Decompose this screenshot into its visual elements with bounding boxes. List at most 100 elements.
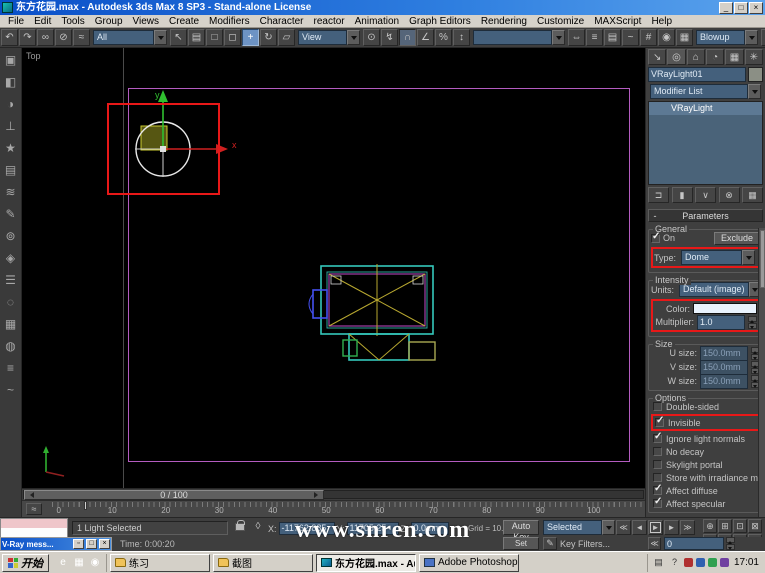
restore-button[interactable]: □: [734, 2, 748, 14]
mini-curve-editor-button[interactable]: ≈: [26, 503, 42, 515]
stack-item-vraylight[interactable]: VRayLight: [649, 102, 762, 115]
use-pivot-center-icon[interactable]: ⊙: [363, 29, 380, 46]
auto-key-button[interactable]: Auto Key: [503, 520, 539, 535]
chevron-down-icon[interactable]: [748, 84, 761, 99]
select-object-icon[interactable]: ↖: [170, 29, 187, 46]
browser-icon[interactable]: e: [56, 556, 70, 570]
maxscript-mini-listener[interactable]: [0, 518, 68, 538]
link-icon[interactable]: ∞: [37, 29, 54, 46]
object-color-swatch[interactable]: [748, 67, 763, 82]
mirror-icon[interactable]: ⇔: [568, 29, 585, 46]
zoom-icon[interactable]: ⊕: [703, 519, 717, 533]
menu-item[interactable]: Animation: [350, 15, 404, 28]
option-checkbox[interactable]: ✓: [653, 486, 662, 495]
chevron-down-icon[interactable]: [742, 250, 755, 265]
undo-icon[interactable]: ↶: [1, 29, 18, 46]
disc-icon[interactable]: ◍: [2, 338, 20, 354]
printer-icon[interactable]: ▤: [652, 556, 665, 569]
menu-item[interactable]: reactor: [309, 15, 350, 28]
select-and-scale-icon[interactable]: ▱: [278, 29, 295, 46]
close-button[interactable]: ×: [749, 2, 763, 14]
configure-sets-icon[interactable]: ▦: [742, 187, 763, 203]
percent-snap-icon[interactable]: %: [435, 29, 452, 46]
grid-icon[interactable]: ▦: [2, 316, 20, 332]
zoom-extents-all-icon[interactable]: ⊠: [748, 519, 762, 533]
key-filters-link[interactable]: Key Filters...: [560, 539, 610, 549]
chevron-down-icon[interactable]: [347, 30, 360, 45]
track-bar[interactable]: ≈ 0102030405060708090100: [22, 500, 645, 517]
minimize-button[interactable]: _: [719, 2, 733, 14]
tab-create[interactable]: ↘: [648, 49, 666, 65]
bind-spacewarp-icon[interactable]: ≈: [73, 29, 90, 46]
menu-item[interactable]: Edit: [29, 15, 56, 28]
menu-item[interactable]: Group: [90, 15, 128, 28]
zoom-extents-icon[interactable]: ⊡: [733, 519, 747, 533]
tab-utilities[interactable]: ✳: [745, 49, 763, 65]
chevron-down-icon[interactable]: [602, 520, 615, 535]
gem-icon[interactable]: ◈: [2, 250, 20, 266]
unlink-icon[interactable]: ⊘: [55, 29, 72, 46]
zoom-all-icon[interactable]: ⊞: [718, 519, 732, 533]
object-name-field[interactable]: VRayLight01: [648, 67, 746, 82]
play-icon[interactable]: ►: [648, 520, 663, 535]
option-checkbox[interactable]: [653, 447, 662, 456]
render-type-dropdown[interactable]: Blowup: [696, 30, 758, 45]
parameters-rollout-header[interactable]: - Parameters: [648, 209, 763, 222]
menu-item[interactable]: Views: [128, 15, 165, 28]
start-button[interactable]: 开始: [2, 554, 49, 572]
vray-restore-button[interactable]: □: [86, 539, 97, 549]
star-icon[interactable]: ★: [2, 140, 20, 156]
option-checkbox[interactable]: [653, 460, 662, 469]
wave-icon[interactable]: ~: [2, 382, 20, 398]
redo-icon[interactable]: ↷: [19, 29, 36, 46]
taskbar-task[interactable]: 练习: [110, 554, 210, 572]
show-end-result-icon[interactable]: ▮: [672, 187, 693, 203]
tray-app-icon[interactable]: [708, 558, 717, 567]
multiplier-spinner[interactable]: [748, 316, 757, 329]
vray-minimize-button[interactable]: ▫: [73, 539, 84, 549]
absolute-mode-icon[interactable]: ◊: [252, 521, 264, 533]
set-key-button[interactable]: Set Key: [503, 537, 539, 550]
ring-icon[interactable]: ⊚: [2, 228, 20, 244]
previous-frame-icon[interactable]: ◄: [632, 520, 647, 535]
menu-item[interactable]: Character: [255, 15, 309, 28]
layers-icon[interactable]: ≋: [2, 184, 20, 200]
on-checkbox[interactable]: ✓: [651, 234, 660, 243]
render-scene-icon[interactable]: ▦: [676, 29, 693, 46]
pen-icon[interactable]: ✎: [2, 206, 20, 222]
media-icon[interactable]: ◉: [88, 556, 102, 570]
desktop-icon[interactable]: ▦: [72, 556, 86, 570]
menu-item[interactable]: Tools: [56, 15, 89, 28]
menu-item[interactable]: File: [3, 15, 29, 28]
quick-render-icon[interactable]: ◐: [761, 29, 765, 46]
menu-item[interactable]: Graph Editors: [404, 15, 476, 28]
next-frame-icon[interactable]: ►: [664, 520, 679, 535]
antivirus-icon[interactable]: [720, 558, 729, 567]
chevron-down-icon[interactable]: [154, 30, 167, 45]
angle-snap-icon[interactable]: ∠: [417, 29, 434, 46]
panel-scrollbar[interactable]: [758, 228, 765, 517]
exclude-button[interactable]: Exclude: [714, 232, 760, 245]
menu-item[interactable]: Customize: [532, 15, 589, 28]
lines-icon[interactable]: ≡: [2, 360, 20, 376]
time-slider-handle[interactable]: 0 / 100: [24, 490, 324, 500]
lock-icon[interactable]: ▣: [2, 52, 20, 68]
make-unique-icon[interactable]: ∨: [695, 187, 716, 203]
select-and-rotate-icon[interactable]: ↻: [260, 29, 277, 46]
chevron-down-icon[interactable]: [745, 30, 758, 45]
option-checkbox[interactable]: ✓: [655, 418, 664, 427]
option-checkbox[interactable]: [653, 473, 662, 482]
units-dropdown[interactable]: Default (image): [679, 282, 762, 297]
anchor-icon[interactable]: ⊥: [2, 118, 20, 134]
select-and-move-icon[interactable]: +: [242, 29, 259, 46]
key-mode-dropdown[interactable]: Selected: [543, 520, 615, 535]
vray-close-button[interactable]: ×: [99, 539, 110, 549]
light-color-swatch[interactable]: [693, 303, 757, 314]
time-slider[interactable]: 0 / 100: [22, 488, 645, 500]
key-icon[interactable]: ✎: [543, 537, 557, 550]
circle-icon[interactable]: ◌: [2, 294, 20, 310]
stack-icon[interactable]: ☰: [2, 272, 20, 288]
option-checkbox[interactable]: ✓: [653, 499, 662, 508]
option-checkbox[interactable]: [653, 402, 662, 411]
tab-modify[interactable]: ◎: [667, 49, 685, 65]
